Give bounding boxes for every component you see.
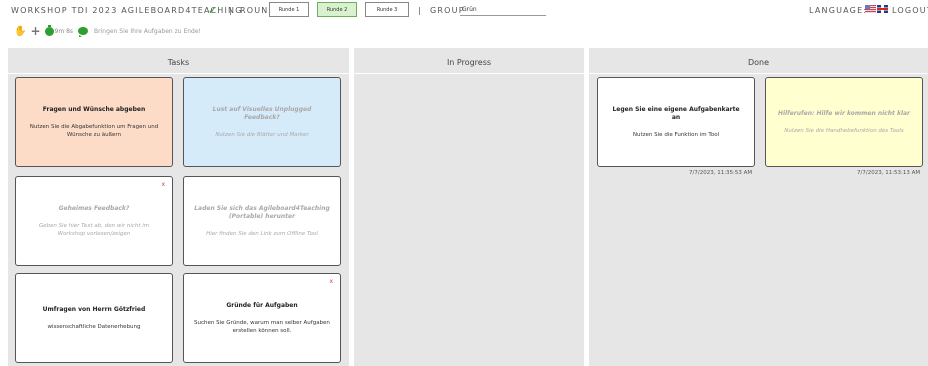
task-card[interactable]: x Gründe für Aufgaben Suchen Sie Gründe,… — [183, 273, 341, 363]
delete-card-button[interactable]: x — [161, 181, 165, 188]
card-description: Hier finden Sie den Link zum Offline Too… — [206, 230, 318, 237]
card-title: Laden Sie sich das Agileboard4Teaching (… — [194, 204, 330, 220]
card-description: Nutzen Sie die Blätter und Marker — [215, 131, 309, 138]
card-description: Geben Sie hier Text ab, den wir nicht im… — [38, 222, 150, 237]
column-divider — [589, 73, 928, 74]
card-title: Gründe für Aufgaben — [226, 301, 298, 309]
app-header: WORKSHOP TDI 2023 AGILEBOARD4TEACHING ✓ … — [0, 0, 928, 44]
card-timestamp: 7/7/2023, 11:35:53 AM — [689, 170, 753, 176]
card-title: Geheimes Feedback? — [58, 204, 130, 212]
column-divider — [8, 73, 349, 74]
task-card[interactable]: Fragen und Wünsche abgeben Nutzen Sie di… — [15, 77, 173, 167]
task-card[interactable]: Laden Sie sich das Agileboard4Teaching (… — [183, 176, 341, 266]
round-2-button[interactable]: Runde 2 — [317, 2, 357, 17]
done-card[interactable]: Hilferufen: Hilfe wir kommen nicht klar … — [765, 77, 923, 167]
card-timestamp: 7/7/2023, 11:53:13 AM — [857, 170, 921, 176]
card-title: Umfragen von Herrn Götzfried — [42, 305, 146, 313]
task-card[interactable]: Lust auf Visuelles Unplugged Feedback? N… — [183, 77, 341, 167]
round-1-button[interactable]: Runde 1 — [269, 2, 309, 17]
check-icon: ✓ — [208, 4, 218, 17]
uk-flag-icon[interactable] — [877, 5, 888, 13]
timer-icon — [44, 24, 54, 36]
delete-card-button[interactable]: x — [329, 278, 333, 285]
done-card[interactable]: Legen Sie eine eigene Aufgabenkarte an N… — [597, 77, 755, 167]
column-title-done: Done — [747, 58, 770, 67]
card-description: Nutzen Sie die Abgabefunktion um Fragen … — [29, 123, 159, 138]
task-card[interactable]: x Geheimes Feedback? Geben Sie hier Text… — [15, 176, 173, 266]
hint-message: Bringen Sie Ihre Aufgaben zu Ende! — [94, 27, 201, 35]
card-description: Nutzen Sie die Funktion im Tool — [632, 131, 720, 138]
language-label: LANGUAGE: — [809, 6, 868, 15]
logout-link[interactable]: LOGOUT — [892, 6, 928, 15]
toolbar: ✋ + 9m 8s Bringen Sie Ihre Aufgaben zu E… — [14, 24, 201, 38]
round-3-button[interactable]: Runde 3 — [365, 2, 409, 17]
card-description: wissenschaftliche Datenerhebung — [47, 323, 141, 330]
card-description: Nutzen Sie die Handhebefunktion des Tool… — [784, 127, 904, 134]
add-card-icon[interactable]: + — [30, 25, 40, 37]
column-divider — [354, 73, 584, 74]
task-card[interactable]: Umfragen von Herrn Götzfried wissenschaf… — [15, 273, 173, 363]
header-separator: | — [229, 6, 232, 15]
card-title: Fragen und Wünsche abgeben — [42, 105, 146, 113]
card-title: Hilferufen: Hilfe wir kommen nicht klar — [777, 109, 911, 117]
column-title-in-progress: In Progress — [446, 58, 492, 67]
us-flag-icon[interactable] — [865, 5, 876, 13]
group-input[interactable] — [460, 4, 546, 16]
header-separator-2: | — [418, 6, 421, 15]
raise-hand-icon[interactable]: ✋ — [14, 26, 26, 37]
card-description: Suchen Sie Gründe, warum man selber Aufg… — [194, 319, 330, 334]
card-title: Legen Sie eine eigene Aufgabenkarte an — [612, 105, 740, 121]
timer-text: 9m 8s — [54, 27, 74, 35]
column-title-tasks: Tasks — [167, 58, 190, 67]
chat-bubble-icon[interactable] — [78, 27, 89, 37]
card-title: Lust auf Visuelles Unplugged Feedback? — [212, 105, 312, 121]
column-in-progress: In Progress — [354, 48, 584, 366]
column-tasks: Tasks Fragen und Wünsche abgeben Nutzen … — [8, 48, 349, 366]
column-done: Done Legen Sie eine eigene Aufgabenkarte… — [589, 48, 928, 366]
